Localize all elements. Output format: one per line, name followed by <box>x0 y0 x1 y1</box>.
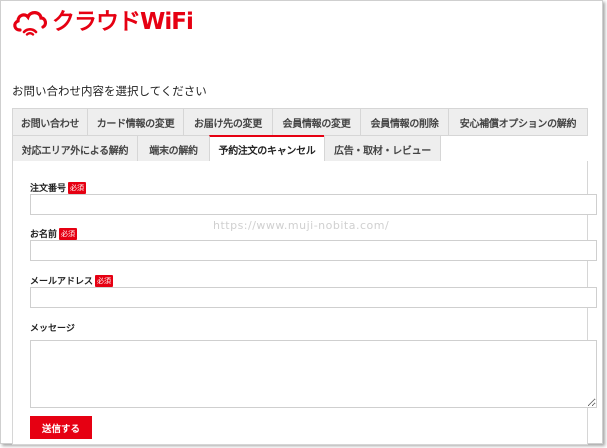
tab-out-of-area-cancel[interactable]: 対応エリア外による解約 <box>12 135 138 163</box>
email-label-text: メールアドレス <box>30 277 94 287</box>
message-label: メッセージ <box>30 321 75 334</box>
cloud-wifi-logo-icon <box>13 11 48 36</box>
brand-logo[interactable]: クラウドWiFi <box>11 7 194 37</box>
message-label-text: メッセージ <box>30 324 75 334</box>
page-title: お問い合わせ内容を選択してください <box>12 84 207 98</box>
message-textarea[interactable] <box>30 340 597 408</box>
tab-member-info-change[interactable]: 会員情報の変更 <box>272 108 361 136</box>
name-label: お名前 必須 <box>30 227 78 240</box>
page-frame: クラウドWiFi お問い合わせ内容を選択してください お問い合わせ カード情報の… <box>0 0 603 445</box>
tab-ads-press-review[interactable]: 広告・取材・レビュー <box>324 135 441 163</box>
inquiry-tabs: お問い合わせ カード情報の変更 お届け先の変更 会員情報の変更 会員情報の削除 … <box>12 108 588 163</box>
tab-card-info-change[interactable]: カード情報の変更 <box>87 108 184 136</box>
order-number-label: 注文番号 必須 <box>30 181 87 194</box>
tab-inquiry[interactable]: お問い合わせ <box>12 108 88 136</box>
order-number-label-text: 注文番号 <box>30 184 67 194</box>
required-badge: 必須 <box>59 227 78 240</box>
tab-member-info-delete[interactable]: 会員情報の削除 <box>360 108 449 136</box>
logo-text: クラウドWiFi <box>52 9 194 35</box>
required-badge: 必須 <box>68 181 87 194</box>
tab-row-1: お問い合わせ カード情報の変更 お届け先の変更 会員情報の変更 会員情報の削除 … <box>12 108 588 136</box>
order-number-field[interactable] <box>30 194 597 215</box>
name-label-text: お名前 <box>30 230 58 240</box>
tab-row-2: 対応エリア外による解約 端末の解約 予約注文のキャンセル 広告・取材・レビュー <box>12 135 588 163</box>
required-badge: 必須 <box>95 274 114 287</box>
tab-reservation-cancel[interactable]: 予約注文のキャンセル <box>209 135 325 163</box>
name-field[interactable] <box>30 240 597 261</box>
email-field[interactable] <box>30 287 597 308</box>
watermark: https://www.muji-nobita.com/ <box>213 219 390 232</box>
tab-insurance-option-cancel[interactable]: 安心補償オプションの解約 <box>448 108 588 136</box>
email-label: メールアドレス 必須 <box>30 274 114 287</box>
tab-delivery-address-change[interactable]: お届け先の変更 <box>183 108 273 136</box>
submit-button[interactable]: 送信する <box>30 416 92 439</box>
tab-device-cancel[interactable]: 端末の解約 <box>137 135 210 163</box>
